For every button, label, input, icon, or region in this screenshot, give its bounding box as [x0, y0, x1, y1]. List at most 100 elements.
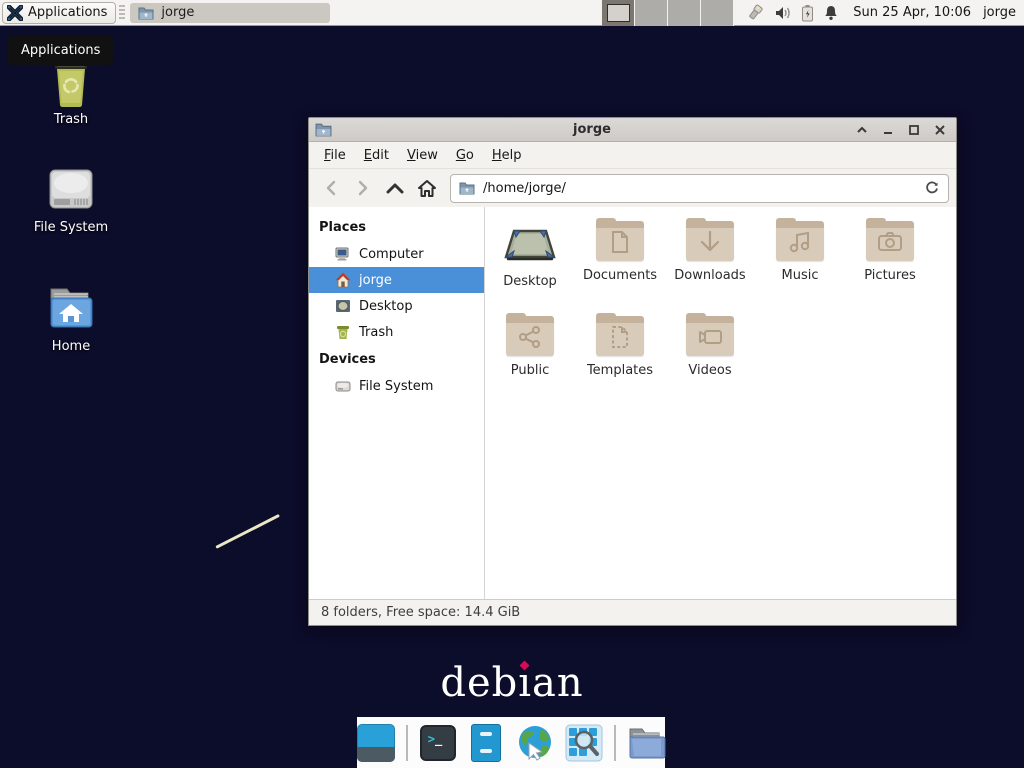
file-item-desktop[interactable]: Desktop: [485, 211, 575, 306]
desktop-icon-label: Home: [13, 339, 129, 354]
file-item-documents[interactable]: Documents: [575, 211, 665, 306]
forward-button[interactable]: [348, 174, 378, 202]
sidebar-item-computer[interactable]: Computer: [309, 241, 484, 267]
globe-icon: [515, 723, 555, 763]
menu-edit[interactable]: Edit: [355, 144, 398, 167]
file-item-label: Downloads: [674, 268, 745, 283]
applications-tooltip: Applications: [7, 35, 114, 66]
file-item-label: Public: [511, 363, 549, 378]
panel-handle: [119, 5, 125, 21]
file-item-music[interactable]: Music: [755, 211, 845, 306]
desktop-icon-file-system[interactable]: File System: [13, 166, 129, 235]
workspace-switcher[interactable]: [602, 0, 734, 26]
back-button[interactable]: [316, 174, 346, 202]
window-body: Places Computer: [309, 207, 956, 599]
sidebar-item-trash[interactable]: Trash: [309, 319, 484, 345]
notifications-bell-icon[interactable]: [823, 4, 839, 21]
terminal-icon: >_: [420, 725, 456, 761]
public-folder-icon: [506, 318, 554, 356]
file-item-videos[interactable]: Videos: [665, 306, 755, 401]
folder-icon: [138, 6, 154, 20]
sidebar: Places Computer: [309, 207, 485, 599]
desktop-icon-label: File System: [13, 220, 129, 235]
workspace-4[interactable]: [701, 0, 734, 26]
shade-button[interactable]: [852, 121, 872, 139]
show-desktop-icon: [357, 724, 395, 762]
window-folder-icon: [315, 122, 332, 137]
workspace-1[interactable]: [602, 0, 635, 26]
home-icon: [335, 272, 351, 288]
taskbar-window-button[interactable]: jorge: [130, 3, 330, 23]
toolbar: /home/jorge/: [309, 169, 956, 207]
applications-menu-button[interactable]: Applications: [2, 2, 116, 24]
window-titlebar[interactable]: jorge: [309, 118, 956, 142]
file-item-label: Desktop: [503, 274, 557, 289]
sidebar-item-label: jorge: [359, 273, 392, 288]
file-item-label: Pictures: [864, 268, 915, 283]
downloads-folder-icon: [686, 223, 734, 261]
menu-file[interactable]: File: [315, 144, 355, 167]
sidebar-item-desktop[interactable]: Desktop: [309, 293, 484, 319]
desktop-icon: [335, 298, 351, 314]
debian-logo-text: deb: [440, 660, 518, 706]
file-cabinet-icon: [471, 724, 501, 762]
desktop-icon-label: Trash: [13, 112, 129, 127]
menu-view[interactable]: View: [398, 144, 447, 167]
drive-icon: [335, 378, 351, 394]
path-text[interactable]: /home/jorge/: [483, 181, 924, 196]
menu-bar: File Edit View Go Help: [309, 142, 956, 169]
reload-icon[interactable]: [924, 180, 940, 196]
maximize-button[interactable]: [904, 121, 924, 139]
file-view: Desktop Documents Downloads: [485, 207, 956, 599]
battery-icon[interactable]: [801, 4, 814, 22]
file-item-pictures[interactable]: Pictures: [845, 211, 935, 306]
file-item-templates[interactable]: Templates: [575, 306, 665, 401]
window-title: jorge: [332, 122, 852, 137]
close-button[interactable]: [930, 121, 950, 139]
sidebar-section-places: Places: [309, 213, 484, 241]
sidebar-item-label: Desktop: [359, 299, 413, 314]
sidebar-item-jorge[interactable]: jorge: [309, 267, 484, 293]
panel-clock[interactable]: Sun 25 Apr, 10:06: [853, 5, 971, 20]
videos-folder-icon: [686, 318, 734, 356]
file-manager-launcher[interactable]: [468, 724, 506, 762]
removable-media-icon[interactable]: [746, 4, 765, 22]
sidebar-item-file-system[interactable]: File System: [309, 373, 484, 399]
directory-menu-button[interactable]: [627, 724, 665, 762]
minimize-button[interactable]: [878, 121, 898, 139]
trash-icon: [335, 324, 351, 340]
dock-separator: [406, 725, 408, 761]
window-controls: [852, 121, 950, 139]
up-button[interactable]: [380, 174, 410, 202]
location-bar[interactable]: /home/jorge/: [450, 174, 949, 203]
application-finder-launcher[interactable]: [565, 724, 603, 762]
desktop-icon-home[interactable]: Home: [13, 285, 129, 354]
taskbar-window-label: jorge: [161, 5, 194, 20]
open-folder-icon: [626, 725, 666, 761]
terminal-launcher[interactable]: >_: [419, 724, 457, 762]
show-desktop-button[interactable]: [357, 724, 395, 762]
sidebar-item-label: Trash: [359, 325, 393, 340]
system-tray: [746, 4, 839, 22]
sidebar-item-label: File System: [359, 379, 433, 394]
file-item-downloads[interactable]: Downloads: [665, 211, 755, 306]
menu-help[interactable]: Help: [483, 144, 531, 167]
panel-username: jorge: [983, 5, 1016, 20]
applications-menu-label: Applications: [28, 5, 107, 20]
workspace-2[interactable]: [635, 0, 668, 26]
file-item-public[interactable]: Public: [485, 306, 575, 401]
file-item-label: Templates: [587, 363, 653, 378]
desktop-icon-trash[interactable]: Trash: [13, 58, 129, 127]
file-item-label: Documents: [583, 268, 657, 283]
debian-logo: debıan: [0, 660, 1024, 706]
web-browser-launcher[interactable]: [516, 724, 554, 762]
workspace-3[interactable]: [668, 0, 701, 26]
debian-logo-i: ı: [518, 660, 532, 706]
templates-folder-icon: [596, 318, 644, 356]
desktop-folder-icon: [502, 223, 558, 267]
menu-go[interactable]: Go: [447, 144, 483, 167]
volume-icon[interactable]: [774, 5, 792, 21]
sidebar-section-devices: Devices: [309, 345, 484, 373]
home-button[interactable]: [412, 174, 442, 202]
stray-line-artifact: [215, 514, 280, 549]
